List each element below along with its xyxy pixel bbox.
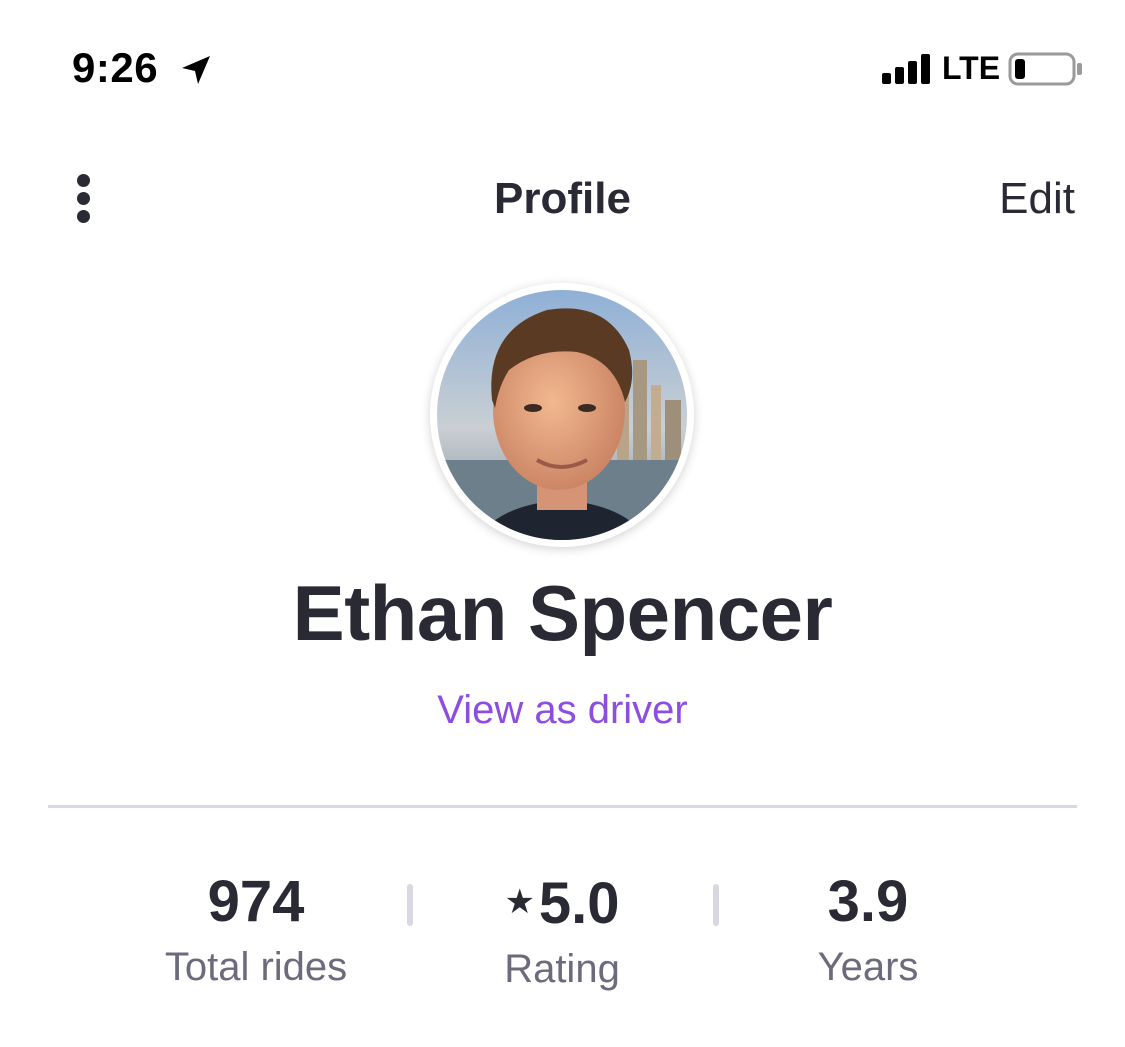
page-title: Profile	[494, 174, 631, 223]
stat-total-rides: 974 Total rides	[106, 868, 406, 992]
stat-label: Rating	[504, 947, 620, 991]
stat-value: 3.9	[827, 869, 909, 934]
divider	[48, 805, 1077, 808]
edit-button[interactable]: Edit	[999, 174, 1075, 224]
stat-label: Years	[817, 945, 919, 989]
status-time: 9:26	[72, 44, 159, 91]
battery-icon	[1008, 52, 1082, 86]
profile-screen: 9:26 LTE Profile Edit Ethan Spencer View…	[0, 0, 1125, 1047]
stat-value: 974	[207, 869, 305, 934]
star-icon: ★	[504, 883, 535, 921]
profile-photo	[437, 290, 687, 540]
stat-label: Total rides	[164, 945, 348, 989]
avatar	[430, 283, 694, 547]
stat-years: 3.9 Years	[718, 868, 1018, 992]
stat-value: 5.0	[538, 871, 620, 936]
stat-rating: ★5.0 Rating	[412, 868, 712, 994]
cellular-signal-icon	[882, 54, 936, 84]
status-bar: 9:26 LTE	[0, 0, 1125, 140]
user-name: Ethan Spencer	[292, 569, 833, 657]
network-type: LTE	[942, 50, 1001, 86]
location-arrow-icon	[182, 56, 210, 84]
view-as-driver-link[interactable]: View as driver	[0, 688, 1125, 733]
